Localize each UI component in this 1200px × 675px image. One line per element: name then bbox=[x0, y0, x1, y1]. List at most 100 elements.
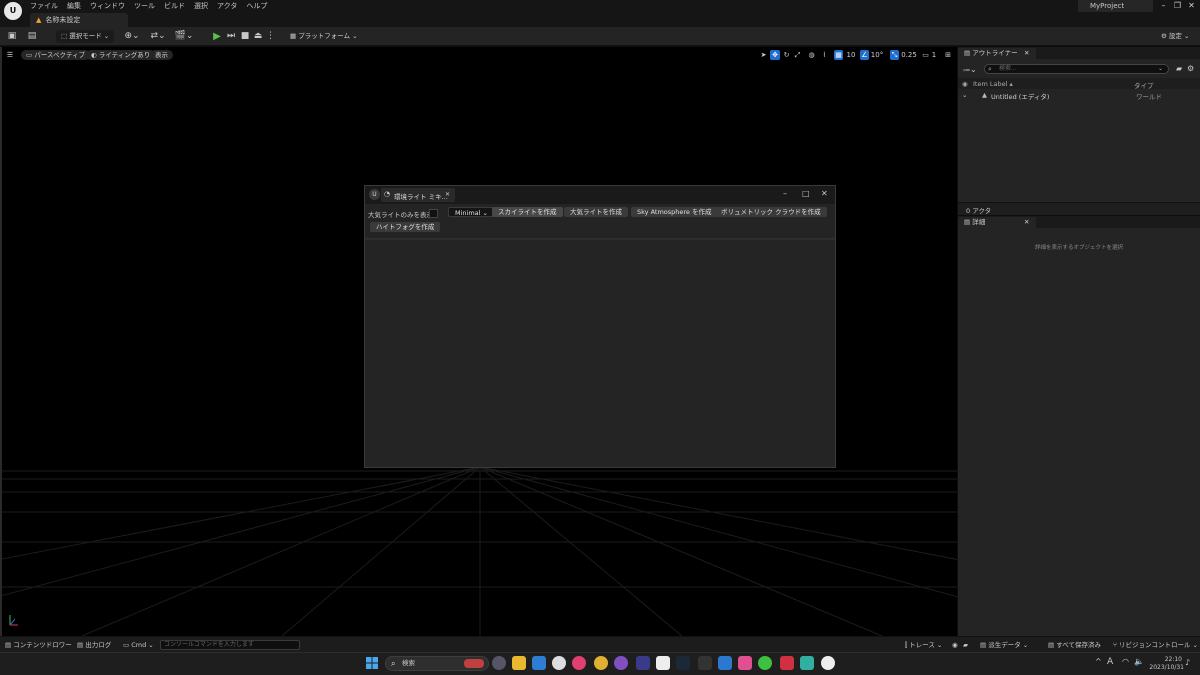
rotate-icon[interactable]: ↻ bbox=[782, 50, 791, 60]
cmd-selector[interactable]: ▭ Cmd ⌄ bbox=[123, 640, 154, 650]
mode-selector[interactable]: ⬚ 選択モード ⌄ bbox=[56, 30, 115, 43]
rotation-snap-value[interactable]: 10° bbox=[870, 50, 884, 60]
lighting-button[interactable]: ◐ ライティングあり bbox=[86, 50, 156, 60]
camera-speed-value[interactable]: 1 bbox=[930, 50, 938, 60]
play-icon[interactable]: ▶ bbox=[212, 30, 222, 43]
outliner-close-icon[interactable]: ✕ bbox=[1024, 48, 1029, 59]
grid-snap-value[interactable]: 10 bbox=[845, 50, 857, 60]
play-options-icon[interactable]: ⋮ bbox=[266, 30, 275, 43]
dialog-close-icon[interactable]: ✕ bbox=[821, 189, 828, 198]
select-cursor-icon[interactable]: ➤ bbox=[759, 50, 768, 60]
world-row-label[interactable]: Untitled (エディタ) bbox=[991, 91, 1049, 101]
outliner-settings-icon[interactable]: ⚙ bbox=[1187, 64, 1194, 73]
content-drawer-button[interactable]: ▤ コンテンツドロワー bbox=[5, 640, 72, 650]
perspective-button[interactable]: ▭ パースペクティブ bbox=[21, 50, 91, 60]
image-viewer-icon[interactable] bbox=[800, 656, 814, 670]
advance-frame-icon[interactable]: ⏭ bbox=[226, 30, 236, 43]
world-space-icon[interactable]: ◍ bbox=[807, 50, 816, 60]
create-volumetric-cloud-button[interactable]: ボリュメトリック クラウドを作成 bbox=[715, 207, 827, 217]
menu-select[interactable]: 選択 bbox=[194, 1, 208, 11]
settings-menu[interactable]: ⚙ 設定 ⌄ bbox=[1156, 30, 1194, 43]
add-actor-icon[interactable]: ⊕⌄ bbox=[122, 30, 142, 43]
outliner-tab[interactable]: ▤ アウトライナー ✕ bbox=[958, 48, 1036, 59]
app-store-icon[interactable] bbox=[532, 656, 546, 670]
column-type[interactable]: タイプ bbox=[1134, 80, 1154, 90]
content-browser-icon[interactable]: ▤ bbox=[26, 30, 38, 43]
column-item-label[interactable]: Item Label ▴ bbox=[973, 80, 1013, 88]
volume-icon[interactable]: 🔈 bbox=[1134, 657, 1144, 666]
notification-bell-icon[interactable]: ♪ bbox=[1185, 658, 1190, 667]
menu-help[interactable]: ヘルプ bbox=[246, 1, 267, 11]
notes-app-icon[interactable] bbox=[636, 656, 650, 670]
windows-start-icon[interactable] bbox=[366, 657, 378, 669]
surface-snap-icon[interactable]: ⌇ bbox=[820, 50, 829, 60]
menu-tools[interactable]: ツール bbox=[134, 1, 155, 11]
save-all-button[interactable]: ▤ すべて保存済み bbox=[1048, 640, 1101, 650]
duolingo-icon[interactable] bbox=[758, 656, 772, 670]
dialog-maximize-icon[interactable]: □ bbox=[802, 189, 810, 198]
details-tab[interactable]: ▤ 詳細 ✕ bbox=[958, 217, 1036, 228]
menu-actor[interactable]: アクタ bbox=[217, 1, 237, 11]
dialog-tab-close-icon[interactable]: ✕ bbox=[445, 191, 450, 198]
notion-icon[interactable] bbox=[656, 656, 670, 670]
scale-snap-icon[interactable]: ⤡ bbox=[890, 50, 899, 60]
music-app-icon[interactable] bbox=[572, 656, 586, 670]
ime-indicator[interactable]: A bbox=[1107, 657, 1113, 667]
revision-control-button[interactable]: ⑂ リビジョンコントロール ⌄ bbox=[1113, 640, 1198, 650]
blueprint-icon[interactable]: ⇄⌄ bbox=[148, 30, 168, 43]
viewport-menu-icon[interactable]: ☰ bbox=[5, 50, 15, 60]
visibility-icon[interactable]: ◉ bbox=[962, 80, 968, 88]
cinematics-icon[interactable]: 🎬⌄ bbox=[174, 30, 194, 43]
save-icon[interactable]: ▣ bbox=[6, 30, 18, 43]
layout-icon[interactable]: ⊞ bbox=[943, 50, 953, 60]
unreal-taskbar-icon[interactable] bbox=[821, 656, 835, 670]
expand-chevron-icon[interactable]: ⌄ bbox=[962, 91, 967, 99]
slack-icon[interactable] bbox=[614, 656, 628, 670]
create-sky-atmosphere-button[interactable]: Sky Atmosphere を作成 bbox=[631, 207, 718, 217]
filter-icon[interactable]: ⩴⌄ bbox=[963, 65, 977, 75]
close-icon[interactable]: ✕ bbox=[1184, 0, 1199, 12]
rider-icon[interactable] bbox=[738, 656, 752, 670]
outliner-search-input[interactable]: ⌕ 検索... ⌄ bbox=[984, 64, 1169, 74]
menu-file[interactable]: ファイル bbox=[30, 1, 58, 11]
create-height-fog-button[interactable]: ハイトフォグを作成 bbox=[370, 222, 441, 232]
stop-icon[interactable]: ■ bbox=[240, 30, 250, 43]
dialog-minimize-icon[interactable]: – bbox=[783, 189, 787, 198]
restore-icon[interactable]: ❐ bbox=[1170, 0, 1185, 12]
translate-icon[interactable]: ✥ bbox=[770, 50, 780, 60]
scale-icon[interactable]: ⤢ bbox=[793, 50, 802, 60]
eject-icon[interactable]: ⏏ bbox=[253, 30, 263, 43]
epic-games-icon[interactable] bbox=[698, 656, 712, 670]
create-atmos-light-button[interactable]: 大気ライトを作成 bbox=[564, 207, 628, 217]
minimize-icon[interactable]: – bbox=[1156, 0, 1171, 12]
folder-icon[interactable]: ▰ bbox=[963, 640, 968, 650]
record-icon[interactable]: ◉ bbox=[952, 640, 958, 650]
platform-menu[interactable]: ▦ プラットフォーム ⌄ bbox=[285, 30, 363, 43]
file-explorer-icon[interactable] bbox=[512, 656, 526, 670]
clock-date[interactable]: 2023/10/31 bbox=[1146, 664, 1184, 671]
wifi-icon[interactable]: ◠ bbox=[1122, 657, 1129, 666]
search-dropdown-icon[interactable]: ⌄ bbox=[1158, 65, 1163, 73]
menu-window[interactable]: ウィンドウ bbox=[90, 1, 125, 11]
scale-snap-value[interactable]: 0.25 bbox=[900, 50, 918, 60]
chrome-icon[interactable] bbox=[594, 656, 608, 670]
taskbar-search[interactable]: ⌕ 検索 bbox=[385, 656, 489, 671]
tray-chevron-icon[interactable]: ^ bbox=[1095, 657, 1102, 666]
menu-build[interactable]: ビルド bbox=[164, 1, 185, 11]
menu-edit[interactable]: 編集 bbox=[67, 1, 81, 11]
output-log-button[interactable]: ▤ 出力ログ bbox=[77, 640, 111, 650]
trace-menu[interactable]: ⫿ トレース ⌄ bbox=[905, 640, 942, 650]
vscode-icon[interactable] bbox=[718, 656, 732, 670]
settings-app-icon[interactable] bbox=[492, 656, 506, 670]
detail-level-dropdown[interactable]: Minimal ⌄ bbox=[448, 207, 495, 217]
camera-speed-icon[interactable]: ▭ bbox=[921, 50, 930, 60]
atmos-only-checkbox[interactable] bbox=[429, 209, 438, 218]
create-skylight-button[interactable]: スカイライトを作成 bbox=[492, 207, 563, 217]
add-folder-icon[interactable]: ▰ bbox=[1176, 64, 1182, 73]
details-close-icon[interactable]: ✕ bbox=[1024, 217, 1029, 228]
level-tab[interactable]: ▲ 名称未設定 bbox=[30, 13, 128, 27]
chat-app-icon[interactable] bbox=[552, 656, 566, 670]
derived-data-button[interactable]: ▤ 派生データ ⌄ bbox=[980, 640, 1028, 650]
photo-app-icon[interactable] bbox=[780, 656, 794, 670]
grid-snap-icon[interactable]: ▦ bbox=[834, 50, 843, 60]
